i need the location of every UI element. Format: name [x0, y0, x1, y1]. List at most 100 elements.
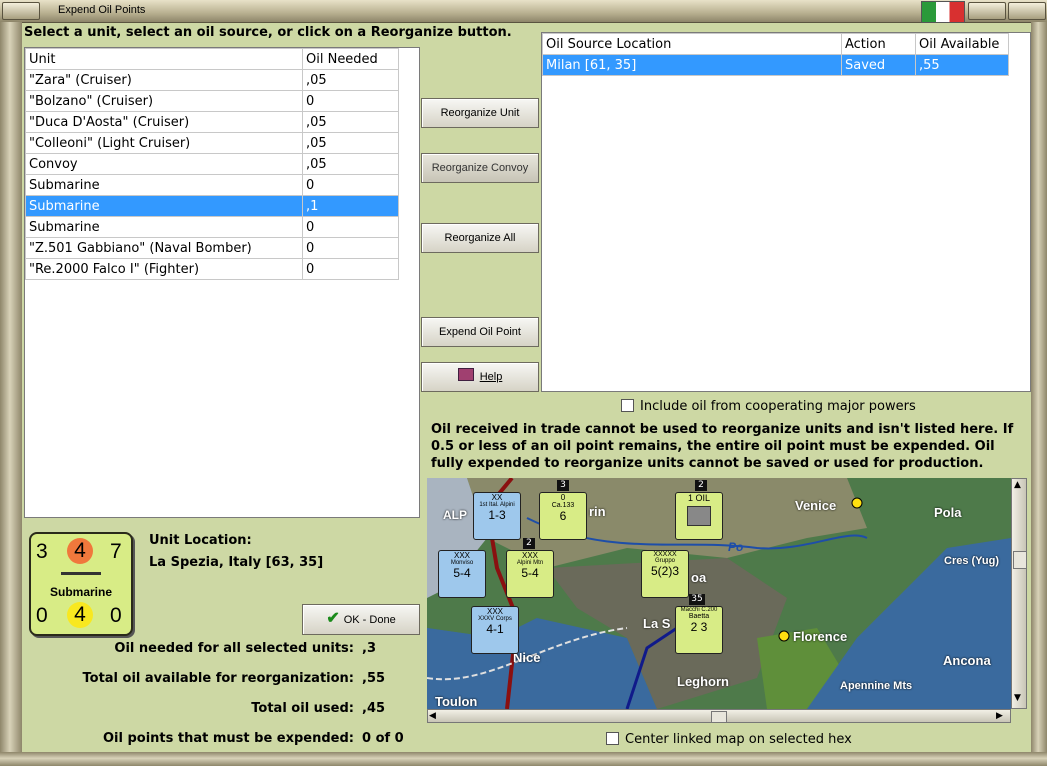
ok-done-label: OK - Done	[343, 614, 396, 626]
map-unit-counter[interactable]: XXXXX Gruppo 5(2)3	[641, 550, 689, 598]
oil-resource-counter[interactable]: 1 OIL	[675, 492, 723, 540]
map-horizontal-scrollbar[interactable]: ◀ ▶	[427, 709, 1011, 723]
stack-badge: 3	[557, 480, 569, 491]
stat-must-expend-value: 0 of 0	[362, 731, 404, 746]
stack-badge: 2	[523, 538, 535, 549]
unit-name: Submarine	[25, 195, 303, 217]
map-label-venice: Venice	[795, 498, 837, 513]
stat-must-expend-label: Oil points that must be expended:	[102, 731, 354, 746]
oil-needed: ,05	[302, 153, 399, 175]
counter-top-left: 3	[36, 540, 48, 563]
table-row[interactable]: "Duca D'Aosta" (Cruiser) ,05	[25, 111, 399, 133]
oil-needed: 0	[302, 258, 399, 280]
table-row[interactable]: "Re.2000 Falco I" (Fighter) 0	[25, 258, 399, 280]
center-map-label: Center linked map on selected hex	[625, 732, 852, 747]
table-row[interactable]: "Colleoni" (Light Cruiser) ,05	[25, 132, 399, 154]
column-header-oil-available[interactable]: Oil Available	[915, 33, 1009, 55]
instruction-text: Select a unit, select an oil source, or …	[24, 25, 512, 40]
map-label-apennine: Apennine Mts	[840, 680, 913, 692]
source-action: Saved	[841, 54, 916, 76]
checkmark-icon: ✔	[326, 610, 340, 627]
map-unit-counter[interactable]: XXX XXXV Corps 4-1	[471, 606, 519, 654]
map-label-ancona: Ancona	[943, 653, 991, 668]
counter-top-mid: 4	[67, 538, 93, 564]
oil-needed: ,05	[302, 132, 399, 154]
oil-trade-notice: Oil received in trade cannot be used to …	[431, 422, 1014, 471]
table-row[interactable]: Submarine 0	[25, 216, 399, 238]
scroll-up-icon[interactable]: ▲	[1014, 480, 1021, 490]
window-menu-button[interactable]	[2, 2, 40, 20]
counter-bot-mid: 4	[67, 602, 93, 628]
table-row[interactable]: "Zara" (Cruiser) ,05	[25, 69, 399, 91]
oil-available: ,55	[915, 54, 1009, 76]
include-oil-checkbox[interactable]: Include oil from cooperating major power…	[621, 399, 916, 414]
stat-total-oil-value: ,55	[362, 671, 386, 686]
map-unit-counter[interactable]: Macchi C.200 Baetta 2 3	[675, 606, 723, 654]
stat-oil-used-value: ,45	[362, 701, 386, 716]
unit-name: "Duca D'Aosta" (Cruiser)	[25, 111, 303, 133]
reorganize-all-button[interactable]: Reorganize All	[421, 223, 539, 253]
scroll-thumb[interactable]	[1013, 551, 1027, 569]
scroll-down-icon[interactable]: ▼	[1014, 693, 1021, 703]
map-unit-counter[interactable]: XXX Alpini Mtn 5-4	[506, 550, 554, 598]
scroll-left-icon[interactable]: ◀	[429, 711, 441, 721]
oil-needed: ,1	[302, 195, 399, 217]
column-header-source-location[interactable]: Oil Source Location	[542, 33, 842, 55]
map-unit-counter[interactable]: 0 Ca.133 6	[539, 492, 587, 540]
expend-oil-point-button[interactable]: Expend Oil Point	[421, 317, 539, 347]
stack-badge: 2	[695, 480, 707, 491]
column-header-action[interactable]: Action	[841, 33, 916, 55]
stat-oil-needed-label: Oil needed for all selected units:	[114, 641, 354, 656]
map-unit-counter[interactable]: XXX Monviso 5-4	[438, 550, 486, 598]
scroll-thumb[interactable]	[711, 711, 727, 723]
table-row[interactable]: "Z.501 Gabbiano" (Naval Bomber) 0	[25, 237, 399, 259]
unit-name: "Re.2000 Falco I" (Fighter)	[25, 258, 303, 280]
oil-needed: 0	[302, 237, 399, 259]
oil-sources-panel: Oil Source Location Action Oil Available…	[541, 32, 1031, 392]
ok-done-button[interactable]: ✔ OK - Done	[302, 604, 420, 635]
units-table-header: Unit Oil Needed	[25, 48, 399, 70]
checkbox-box[interactable]	[606, 732, 619, 745]
table-row[interactable]: Submarine 0	[25, 174, 399, 196]
unit-location-label: Unit Location:	[149, 533, 252, 548]
map-label-leghorn: Leghorn	[677, 674, 729, 689]
map-vertical-scrollbar[interactable]: ▲ ▼	[1011, 478, 1027, 709]
table-row-selected[interactable]: Milan [61, 35] Saved ,55	[542, 54, 1009, 76]
counter-value: 5(2)3	[650, 564, 679, 578]
help-button[interactable]: Help	[421, 362, 539, 392]
selected-unit-counter: 3 4 7 Submarine 0 4 0	[29, 532, 133, 636]
counter-unit-name: Submarine	[49, 585, 112, 599]
scroll-right-icon[interactable]: ▶	[996, 711, 1008, 721]
close-button[interactable]	[1008, 2, 1046, 20]
map-label-rin: rin	[589, 504, 606, 519]
oil-needed: 0	[302, 174, 399, 196]
reorganize-convoy-button[interactable]: Reorganize Convoy	[421, 153, 539, 183]
map-label-po: Po	[728, 540, 744, 554]
table-row[interactable]: Convoy ,05	[25, 153, 399, 175]
column-header-unit[interactable]: Unit	[25, 48, 303, 70]
map-label-pola: Pola	[934, 505, 962, 520]
stat-oil-used-label: Total oil used:	[251, 701, 354, 716]
center-map-checkbox[interactable]: Center linked map on selected hex	[606, 732, 852, 747]
source-location: Milan [61, 35]	[542, 54, 842, 76]
counter-size: XXXXX	[653, 551, 677, 558]
window-frame-bottom	[0, 752, 1047, 766]
minimize-button[interactable]	[968, 2, 1006, 20]
stat-oil-needed-value: ,3	[362, 641, 376, 656]
unit-name: "Colleoni" (Light Cruiser)	[25, 132, 303, 154]
unit-location-value: La Spezia, Italy [63, 35]	[149, 555, 324, 570]
stat-total-oil-label: Total oil available for reorganization:	[82, 671, 355, 686]
help-button-label: Help	[479, 371, 503, 383]
unit-name: Convoy	[25, 153, 303, 175]
table-row[interactable]: "Bolzano" (Cruiser) 0	[25, 90, 399, 112]
counter-size: 1 OIL	[687, 493, 710, 503]
table-row-selected[interactable]: Submarine ,1	[25, 195, 399, 217]
checkbox-box[interactable]	[621, 399, 634, 412]
column-header-oil-needed[interactable]: Oil Needed	[302, 48, 399, 70]
map-unit-counter[interactable]: XX 1st Ital. Alpini 1-3	[473, 492, 521, 540]
linked-map[interactable]: Venice Pola Cres (Yug) Florence Ancona L…	[427, 478, 1011, 709]
map-label-toulon: Toulon	[435, 694, 478, 709]
reorganize-unit-button[interactable]: Reorganize Unit	[421, 98, 539, 128]
counter-bot-left: 0	[36, 604, 48, 627]
unit-name: "Z.501 Gabbiano" (Naval Bomber)	[25, 237, 303, 259]
